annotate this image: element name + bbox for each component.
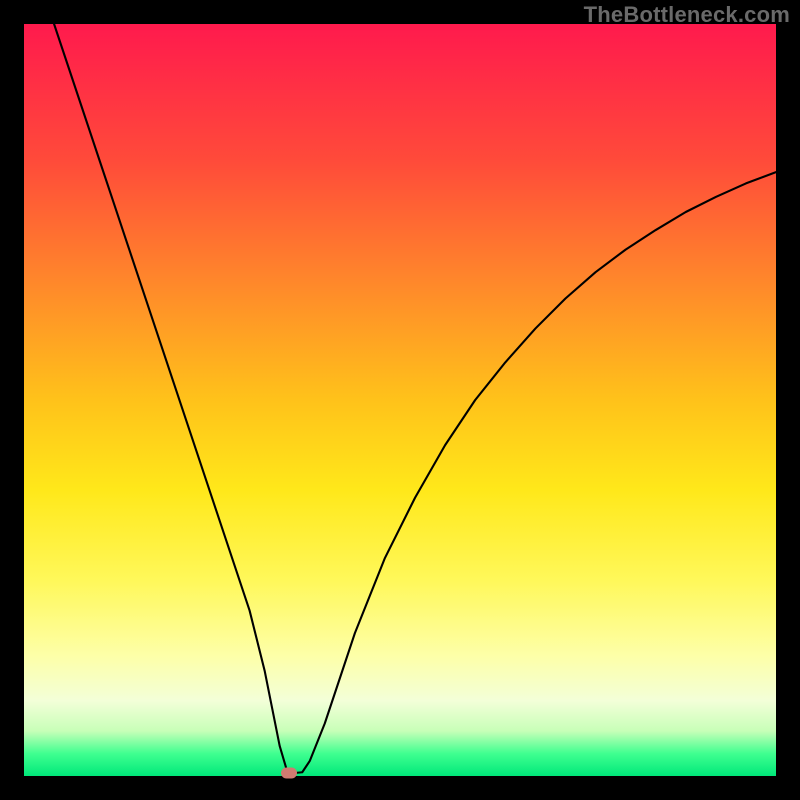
curve-svg — [24, 24, 776, 776]
optimum-marker — [281, 767, 297, 778]
outer-frame: TheBottleneck.com — [0, 0, 800, 800]
plot-area — [24, 24, 776, 776]
bottleneck-curve — [54, 24, 776, 773]
